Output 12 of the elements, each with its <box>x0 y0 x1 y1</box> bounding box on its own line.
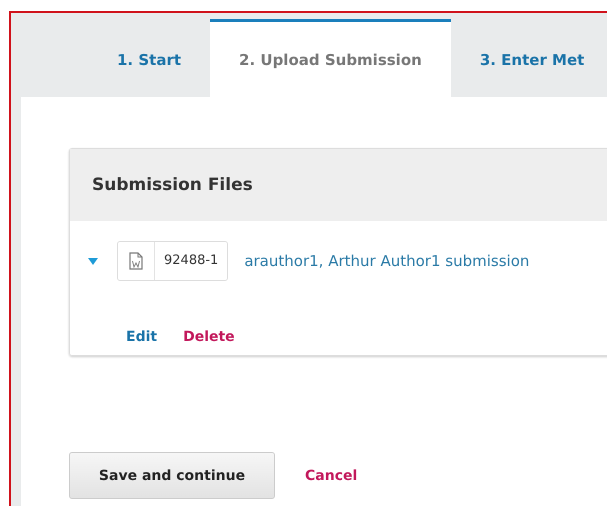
file-id: 92488-1 <box>154 242 228 280</box>
file-name-link[interactable]: arauthor1, Arthur Author1 submission <box>244 252 530 270</box>
word-document-icon <box>129 252 143 270</box>
panel-title: Submission Files <box>92 175 253 195</box>
delete-link[interactable]: Delete <box>183 329 235 345</box>
edit-link[interactable]: Edit <box>126 329 158 345</box>
save-button[interactable]: Save and continue <box>69 452 275 499</box>
step-tab[interactable]: 3. Enter Met <box>450 19 607 97</box>
expand-toggle-icon[interactable] <box>88 256 98 266</box>
step-tab[interactable]: 1. Start <box>88 19 210 97</box>
step-tab[interactable]: 2. Upload Submission <box>210 19 451 97</box>
cancel-link[interactable]: Cancel <box>305 468 358 484</box>
